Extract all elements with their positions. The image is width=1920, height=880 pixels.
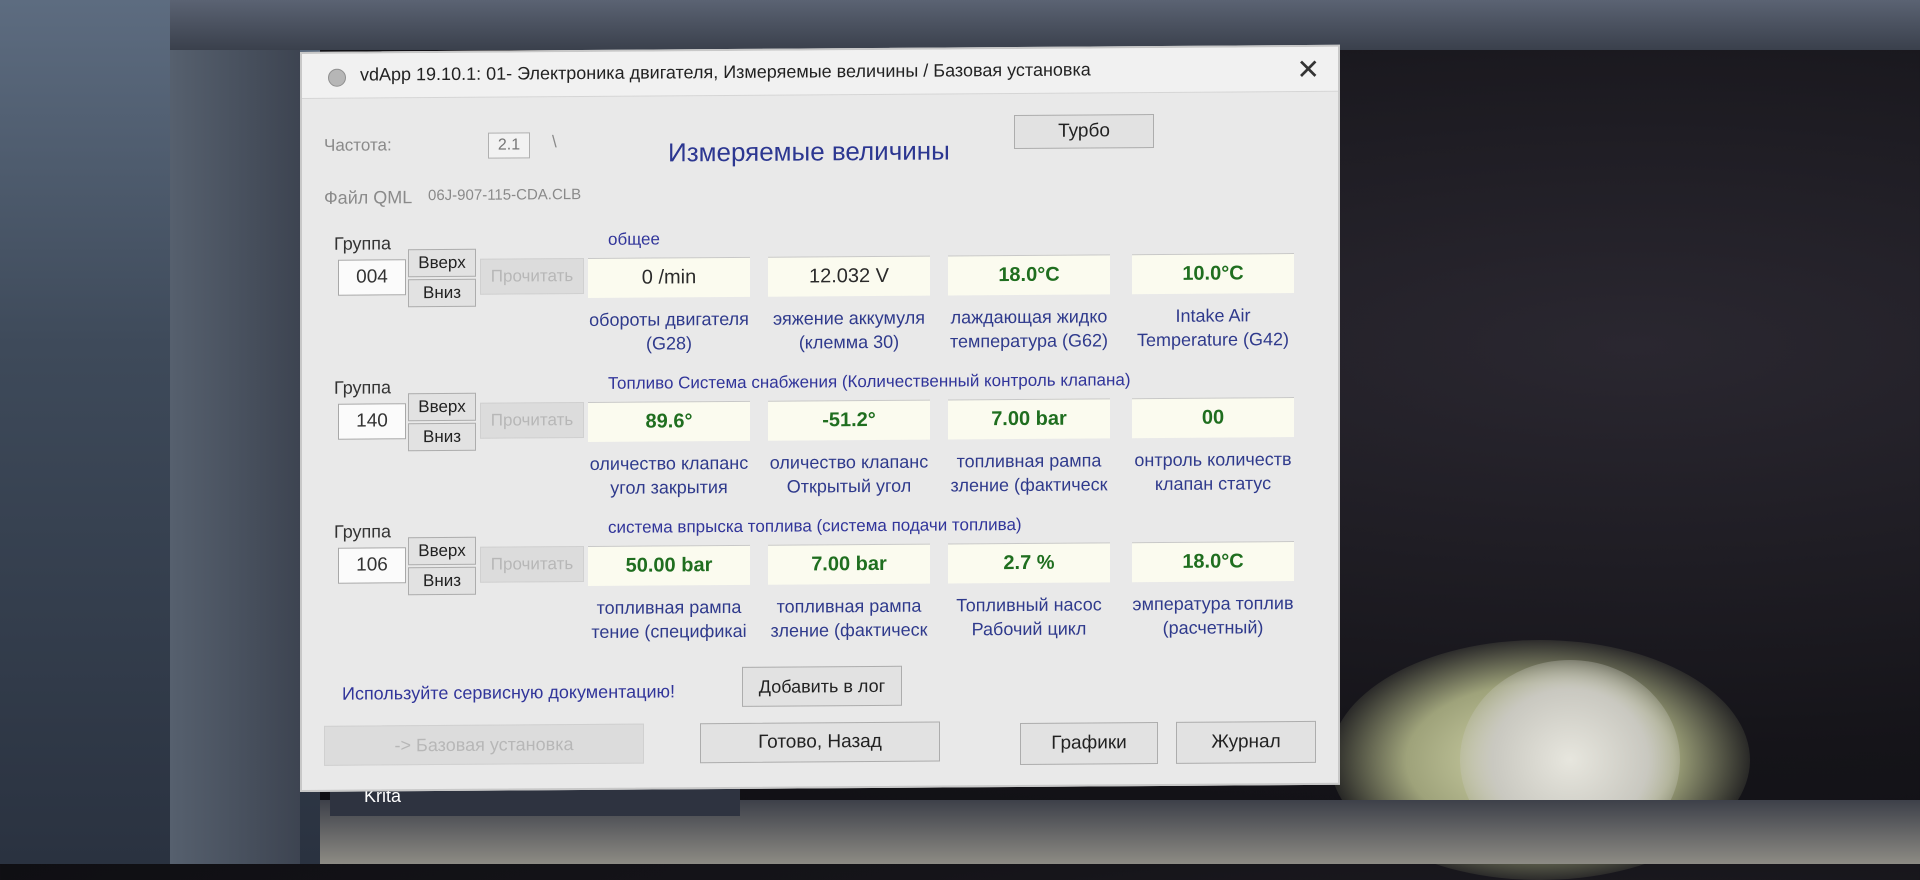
value-description: лаждающая жидко — [950, 306, 1108, 328]
group-number-input[interactable]: 004 — [338, 259, 406, 296]
qml-file-label: Файл QML — [324, 187, 413, 208]
value-description: Temperature (G42) — [1136, 329, 1290, 351]
journal-button[interactable]: Журнал — [1176, 720, 1316, 764]
app-icon — [328, 68, 346, 87]
value-cell: 7.00 bar — [768, 543, 930, 585]
group-read-button[interactable]: Прочитать — [480, 402, 584, 439]
frequency-value: 2.1 — [488, 132, 530, 159]
monitor-bezel-left — [170, 0, 300, 864]
value-cell: 12.032 V — [768, 255, 930, 297]
done-back-button[interactable]: Готово, Назад — [700, 721, 940, 764]
value-cell: 50.00 bar — [588, 544, 750, 586]
group-heading: общее — [608, 229, 660, 249]
value-description: онтроль количеств — [1134, 449, 1292, 471]
group-up-button[interactable]: Вверх — [408, 536, 476, 566]
frequency-label: Частота: — [324, 135, 392, 155]
group-heading: система впрыска топлива (система подачи … — [608, 514, 1022, 537]
value-cell: 0 /min — [588, 256, 750, 298]
value-description: зление (фактическ — [950, 474, 1108, 496]
value-cell: 10.0°C — [1132, 253, 1294, 295]
value-description: Intake Air — [1175, 305, 1251, 326]
group-heading: Топливо Система снабжения (Количественны… — [608, 370, 1131, 393]
frequency-separator: \ — [552, 132, 557, 152]
group-read-button[interactable]: Прочитать — [480, 546, 584, 583]
group-number-input[interactable]: 106 — [338, 547, 406, 584]
value-description: оличество клапанс — [589, 452, 749, 474]
value-cell: 89.6° — [588, 400, 750, 442]
group-label: Группа — [334, 377, 392, 398]
value-cell: 18.0°C — [948, 254, 1110, 296]
value-description: Рабочий цикл — [971, 618, 1087, 640]
vdapp-window: vdApp 19.10.1: 01- Электроника двигателя… — [300, 44, 1340, 792]
group-label: Группа — [334, 521, 392, 542]
turbo-button[interactable]: Турбо — [1014, 114, 1154, 150]
close-icon[interactable]: ✕ — [1297, 53, 1320, 86]
value-description: (G28) — [645, 333, 692, 354]
value-description: Топливный насос — [956, 594, 1102, 616]
value-description: (клемма 30) — [798, 331, 900, 353]
graphs-button[interactable]: Графики — [1020, 722, 1158, 765]
value-cell: -51.2° — [768, 399, 930, 441]
title-bar: vdApp 19.10.1: 01- Электроника двигателя… — [302, 46, 1338, 99]
add-to-log-button[interactable]: Добавить в лог — [742, 665, 902, 707]
value-description: тение (спецификаі — [591, 620, 747, 642]
group-label: Группа — [334, 233, 392, 254]
value-description: топливная рампа — [596, 596, 742, 618]
value-description: эяжение аккумуля — [773, 307, 925, 329]
window-title: vdApp 19.10.1: 01- Электроника двигателя… — [360, 59, 1091, 85]
value-cell: 18.0°C — [1132, 541, 1294, 583]
value-description: обороты двигателя — [589, 308, 749, 330]
value-description: оличество клапанс — [769, 451, 929, 473]
group-read-button[interactable]: Прочитать — [480, 258, 584, 295]
group-up-button[interactable]: Вверх — [408, 392, 476, 422]
value-cell: 2.7 % — [948, 542, 1110, 584]
value-cell: 00 — [1132, 397, 1294, 439]
value-description: топливная рампа — [776, 595, 922, 617]
group-number-input[interactable]: 140 — [338, 403, 406, 440]
group-up-button[interactable]: Вверх — [408, 248, 476, 278]
group-down-button[interactable]: Вниз — [408, 566, 476, 596]
value-description: Открытый угол — [786, 475, 912, 497]
value-description: угол закрытия — [610, 477, 728, 498]
group-down-button[interactable]: Вниз — [408, 422, 476, 452]
qml-file-name: 06J-907-115-CDA.CLB — [428, 186, 582, 205]
value-description: зление (фактическ — [770, 619, 928, 641]
group-down-button[interactable]: Вниз — [408, 278, 476, 308]
value-description: топливная рампа — [956, 450, 1102, 472]
monitor-bezel-top — [170, 0, 1920, 50]
value-cell: 7.00 bar — [948, 398, 1110, 440]
page-title: Измеряемые величины — [668, 135, 950, 168]
service-doc-note: Используйте сервисную документацию! — [342, 681, 676, 704]
value-description: (расчетный) — [1162, 617, 1264, 638]
basic-setting-button[interactable]: -> Базовая установка — [324, 723, 644, 766]
value-description: температура (G62) — [949, 330, 1109, 352]
value-description: клапан статус — [1154, 473, 1272, 495]
value-description: эмпература топлив — [1132, 593, 1294, 615]
